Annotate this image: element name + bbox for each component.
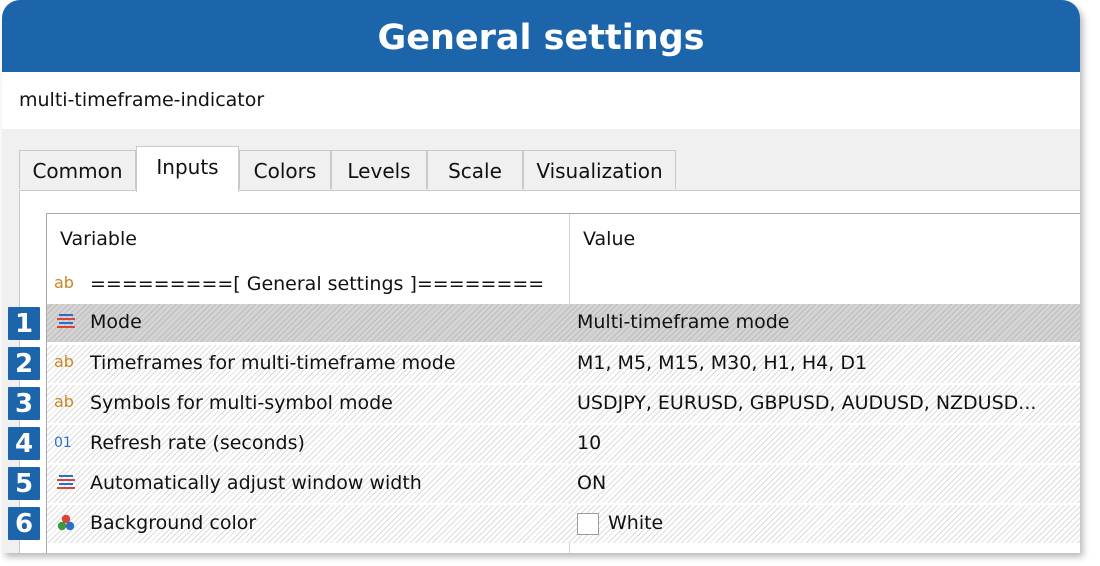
table-row-timeframes[interactable]: ab Timeframes for multi-timeframe mode M… bbox=[47, 344, 1080, 383]
badge-5: 5 bbox=[8, 467, 40, 500]
tab-levels[interactable]: Levels bbox=[331, 150, 427, 189]
integer-icon: 01 bbox=[54, 435, 72, 451]
tab-colors[interactable]: Colors bbox=[239, 150, 331, 189]
window-title-bar: multi-timeframe-indicator bbox=[2, 72, 1080, 129]
color-swatch[interactable] bbox=[577, 513, 599, 535]
variable-name: Mode bbox=[90, 311, 142, 333]
tab-common[interactable]: Common bbox=[19, 150, 136, 189]
window-title: multi-timeframe-indicator bbox=[19, 89, 265, 111]
tab-bar: Common Inputs Colors Levels Scale Visual… bbox=[2, 129, 1080, 192]
variable-name: Symbols for multi-symbol mode bbox=[90, 392, 393, 414]
inputs-grid: Variable Value ab =========[ General set… bbox=[46, 213, 1080, 553]
badge-1: 1 bbox=[8, 307, 40, 340]
enum-list-icon bbox=[57, 314, 75, 328]
badge-2: 2 bbox=[8, 347, 40, 380]
badge-4: 4 bbox=[8, 427, 40, 460]
variable-value[interactable]: White bbox=[608, 512, 663, 534]
banner: General settings bbox=[2, 0, 1080, 72]
badge-3: 3 bbox=[8, 387, 40, 420]
inputs-panel: Variable Value ab =========[ General set… bbox=[19, 190, 1080, 553]
tab-scale[interactable]: Scale bbox=[427, 150, 523, 189]
tab-inputs[interactable]: Inputs bbox=[136, 146, 239, 192]
variable-value[interactable]: Multi-timeframe mode bbox=[577, 311, 790, 333]
table-row-refresh-rate[interactable]: 01 Refresh rate (seconds) 10 bbox=[47, 424, 1080, 463]
color-circles-icon bbox=[57, 514, 75, 531]
variable-name: Refresh rate (seconds) bbox=[90, 432, 305, 454]
ab-string-icon: ab bbox=[54, 352, 74, 371]
variable-name: Timeframes for multi-timeframe mode bbox=[90, 352, 456, 374]
table-row-auto-width[interactable]: Automatically adjust window width ON bbox=[47, 464, 1080, 503]
badge-6: 6 bbox=[8, 507, 40, 540]
row-separator bbox=[47, 342, 1080, 343]
table-row-mode[interactable]: Mode Multi-timeframe mode bbox=[47, 304, 1080, 343]
grid-header: Variable Value bbox=[47, 214, 1080, 266]
group-label: =========[ General settings ]======== bbox=[90, 273, 545, 295]
variable-value[interactable]: USDJPY, EURUSD, GBPUSD, AUDUSD, NZDUSD..… bbox=[577, 392, 1036, 414]
table-row-symbols[interactable]: ab Symbols for multi-symbol mode USDJPY,… bbox=[47, 384, 1080, 423]
variable-value[interactable]: ON bbox=[577, 472, 606, 494]
variable-name: Background color bbox=[90, 512, 257, 534]
variable-value[interactable]: 10 bbox=[577, 432, 601, 454]
enum-list-icon bbox=[57, 475, 75, 489]
group-row[interactable]: ab =========[ General settings ]======== bbox=[47, 266, 1080, 304]
variable-value[interactable]: M1, M5, M15, M30, H1, H4, D1 bbox=[577, 352, 867, 374]
ab-string-icon: ab bbox=[54, 392, 74, 411]
banner-title: General settings bbox=[377, 18, 705, 58]
variable-name: Automatically adjust window width bbox=[90, 472, 422, 494]
ab-string-icon: ab bbox=[54, 273, 74, 292]
settings-card: General settings multi-timeframe-indicat… bbox=[2, 0, 1080, 553]
tab-visualization[interactable]: Visualization bbox=[523, 150, 676, 189]
table-row-background-color[interactable]: Background color White bbox=[47, 504, 1080, 543]
column-header-value[interactable]: Value bbox=[583, 228, 635, 250]
column-header-variable[interactable]: Variable bbox=[60, 228, 137, 250]
